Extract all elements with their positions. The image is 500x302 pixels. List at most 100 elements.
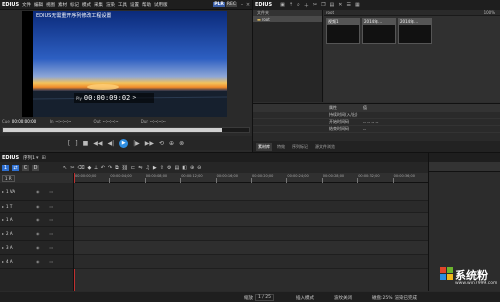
video-preview[interactable]: EDIUS无需重开序列修改工程设置 Ply 00:00:09:02 > [22, 11, 227, 117]
menu-item[interactable]: 工具 [118, 2, 127, 8]
step-back-icon[interactable]: ◀| [107, 140, 114, 147]
track-lane[interactable] [74, 241, 428, 255]
track-lock-icon[interactable]: ▭ [50, 189, 54, 194]
search-icon[interactable]: ⌕ [297, 2, 300, 8]
menu-item[interactable]: 文件 [22, 2, 31, 8]
track-lane[interactable] [74, 213, 428, 227]
list-view-icon[interactable]: ☰ [346, 2, 350, 8]
overwrite-icon[interactable]: ⊗ [179, 140, 184, 147]
mode-c-icon[interactable]: C [22, 164, 29, 171]
track-header[interactable]: ▸ 3 A ◉ ▭ [0, 241, 73, 255]
insert-mode[interactable]: 插入模式 [296, 295, 314, 301]
track-expand-icon[interactable]: ▸ [2, 189, 4, 194]
track-header[interactable]: ▸ 2 A ◉ ▭ [0, 227, 73, 241]
clip-thumbnail[interactable]: 2014年... [362, 18, 396, 44]
bin-zoom[interactable]: 100% [484, 10, 495, 15]
track-expand-icon[interactable]: ▸ [2, 259, 4, 264]
timeline-ruler[interactable]: 00:00:00;00 00:00:04;00 00:00:08;00 00:00:1… [74, 173, 429, 183]
track-visibility-icon[interactable]: ◉ [36, 217, 40, 222]
copy-icon[interactable]: ❐ [321, 2, 325, 8]
set-out-icon[interactable]: ] [75, 140, 77, 147]
group-icon[interactable]: ⧉ [115, 165, 119, 171]
bin-tab[interactable]: 源文件浏览 [313, 143, 337, 151]
sequence-name[interactable]: 序列1 [23, 155, 35, 161]
track-lock-icon[interactable]: ▭ [50, 217, 54, 222]
track-visibility-icon[interactable]: ◉ [36, 245, 40, 250]
add-marker-icon[interactable]: ◆ [87, 165, 91, 171]
track-header[interactable]: ▸ 4 A ◉ ▭ [0, 255, 73, 269]
export-icon[interactable]: ⇪ [160, 165, 164, 171]
close-icon[interactable]: × [245, 2, 251, 8]
menu-item[interactable]: 标记 [70, 2, 79, 8]
folder-icon[interactable]: ▣ [280, 2, 285, 8]
redo-icon[interactable]: ↷ [108, 165, 112, 171]
track-lane[interactable] [74, 201, 428, 213]
delete-icon[interactable]: ✕ [338, 2, 342, 8]
scrub-bar[interactable] [2, 127, 250, 133]
track-header[interactable]: ▸ 1 T ◉ ▭ [0, 201, 73, 213]
render-icon[interactable]: ▶ [153, 165, 157, 171]
bin-tab[interactable]: 素材库 [256, 142, 272, 151]
player-mode-badge[interactable]: PLR [213, 2, 225, 7]
menu-item[interactable]: 设置 [130, 2, 139, 8]
track-expand-icon[interactable]: ▸ [2, 204, 4, 209]
stop-icon[interactable]: ■ [83, 140, 89, 147]
menu-item[interactable]: 模式 [82, 2, 91, 8]
mixer-icon[interactable]: ♫ [145, 165, 149, 171]
menu-item[interactable]: 视图 [46, 2, 55, 8]
menu-item[interactable]: 编辑 [34, 2, 43, 8]
layout-icon[interactable]: ▤ [174, 165, 179, 171]
menu-item[interactable]: 渲染 [106, 2, 115, 8]
sync-icon[interactable]: ⇋ [138, 165, 142, 171]
play-icon[interactable]: ▶ [119, 138, 129, 148]
track-visibility-icon[interactable]: ◉ [36, 204, 40, 209]
step-forward-icon[interactable]: |▶ [133, 140, 140, 147]
record-mode-badge[interactable]: REC [225, 2, 237, 7]
track-lock-icon[interactable]: ▭ [50, 204, 54, 209]
mode-d-icon[interactable]: D [32, 164, 39, 171]
paste-icon[interactable]: ▤ [330, 2, 335, 8]
track-mode-label[interactable]: 1 R [2, 174, 15, 182]
track-lock-icon[interactable]: ▭ [50, 231, 54, 236]
track-visibility-icon[interactable]: ◉ [36, 189, 40, 194]
set-in-icon[interactable]: [ [68, 140, 70, 147]
menu-item[interactable]: 素材 [58, 2, 67, 8]
thumbnail-view-icon[interactable]: ▦ [355, 2, 360, 8]
new-sequence-icon[interactable]: ⊞ [41, 155, 45, 161]
zoom-in-icon[interactable]: ⊕ [190, 165, 194, 171]
undo-icon[interactable]: ↶ [101, 165, 105, 171]
track-lock-icon[interactable]: ▭ [50, 259, 54, 264]
add-clip-icon[interactable]: ＋ [304, 2, 309, 9]
menu-item[interactable]: 帮助 [142, 2, 151, 8]
track-lane[interactable] [74, 227, 428, 241]
menu-item[interactable]: 采集 [94, 2, 103, 8]
zoom-value[interactable]: 1 / 25 [255, 294, 274, 301]
snap-icon[interactable]: ⊏ [131, 165, 135, 171]
settings-icon[interactable]: ⚙ [167, 165, 171, 171]
mode-one-icon[interactable]: 1 [2, 164, 9, 171]
track-lock-icon[interactable]: ▭ [50, 245, 54, 250]
track-expand-icon[interactable]: ▸ [2, 217, 4, 222]
view-icon[interactable]: ◧ [182, 165, 187, 171]
track-expand-icon[interactable]: ▸ [2, 231, 4, 236]
track-visibility-icon[interactable]: ◉ [36, 259, 40, 264]
clip-thumbnail[interactable]: 视频1 [326, 18, 360, 44]
track-expand-icon[interactable]: ▸ [2, 245, 4, 250]
mode-two-icon[interactable]: ⇄ [12, 164, 19, 171]
track-lane[interactable] [74, 183, 428, 201]
track-header[interactable]: ▸ 1 A ◉ ▭ [0, 213, 73, 227]
cut-icon[interactable]: ✂ [313, 2, 317, 8]
link-icon[interactable]: ⛓ [122, 165, 128, 171]
select-tool-icon[interactable]: ↖ [63, 165, 67, 171]
razor-icon[interactable]: ✂ [70, 165, 74, 171]
up-folder-icon[interactable]: ⇡ [289, 2, 293, 8]
folder-root[interactable]: ▬ root [253, 16, 322, 22]
fast-forward-icon[interactable]: ▶▶ [145, 140, 154, 147]
rewind-icon[interactable]: ◀◀ [93, 140, 102, 147]
track-visibility-icon[interactable]: ◉ [36, 231, 40, 236]
split-icon[interactable]: ⟂ [94, 165, 97, 171]
track-header[interactable]: ▸ 1 VA ◉ ▭ [0, 183, 73, 201]
clip-thumbnail[interactable]: 2014年... [398, 18, 432, 44]
track-lane[interactable] [74, 255, 428, 269]
bin-tab[interactable]: 特效 [275, 143, 287, 151]
